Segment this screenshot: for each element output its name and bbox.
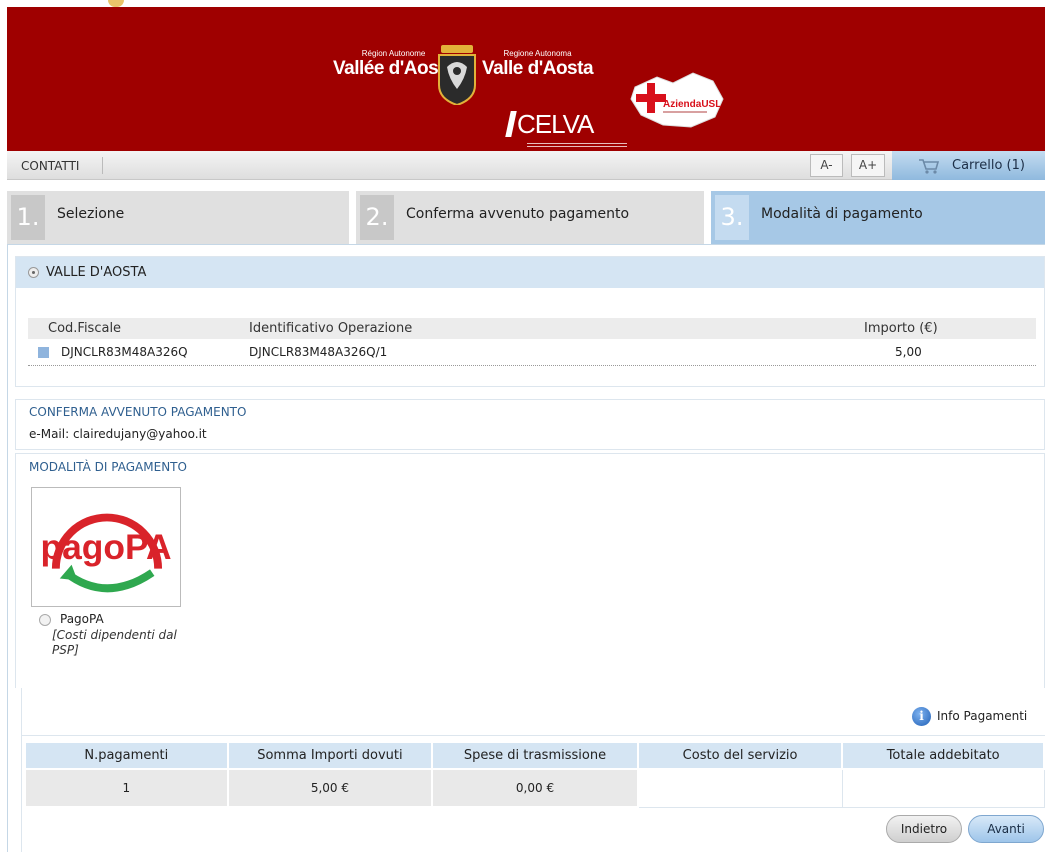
payment-title: MODALITÀ DI PAGAMENTO xyxy=(29,460,187,474)
cell-totale-addebitato xyxy=(841,768,1045,808)
step-number: 3. xyxy=(715,195,749,240)
summary-separator xyxy=(22,735,1045,736)
summary-header: Spese di trasmissione xyxy=(431,741,639,770)
pagopa-radio[interactable] xyxy=(39,614,51,626)
summary-header: Somma Importi dovuti xyxy=(226,741,434,770)
step-number: 1. xyxy=(11,195,45,240)
region-crest-icon xyxy=(438,45,476,105)
celva-tagline xyxy=(527,143,627,149)
logo-celva[interactable]: CELVA xyxy=(505,109,594,140)
top-strip xyxy=(0,0,1045,7)
nav-separator xyxy=(102,157,103,174)
cart-icon xyxy=(919,159,940,174)
confirm-email: e-Mail: clairedujany@yahoo.it xyxy=(29,427,207,441)
column-header: Identificativo Operazione xyxy=(249,321,413,336)
next-button[interactable]: Avanti xyxy=(968,815,1044,843)
pagopa-option-label: PagoPA xyxy=(60,612,104,626)
step-conferma[interactable]: 2. Conferma avvenuto pagamento xyxy=(356,191,704,244)
step-label: Modalità di pagamento xyxy=(761,206,923,222)
region-panel: VALLE D'AOSTA Cod.Fiscale Identificativo… xyxy=(15,256,1045,387)
celva-mark xyxy=(505,111,517,137)
operations-table-header: Cod.Fiscale Identificativo Operazione Im… xyxy=(28,318,1036,339)
logo-right-big: Valle d'Aosta xyxy=(482,58,594,79)
cell-somma-importi: 5,00 € xyxy=(226,768,434,808)
region-header[interactable]: VALLE D'AOSTA xyxy=(16,257,1044,288)
celva-text: CELVA xyxy=(517,109,594,139)
font-decrease-button[interactable]: A- xyxy=(810,154,843,177)
pagopa-logo-text: pagoPA xyxy=(40,527,171,567)
content-left-border xyxy=(7,244,8,852)
region-radio[interactable] xyxy=(28,267,39,278)
summary-header: Costo del servizio xyxy=(636,741,844,770)
back-button[interactable]: Indietro xyxy=(886,815,962,843)
region-label: VALLE D'AOSTA xyxy=(46,265,147,280)
cell-n-pagamenti: 1 xyxy=(24,768,229,808)
step-label: Conferma avvenuto pagamento xyxy=(406,206,630,222)
step-modalita-active[interactable]: 3. Modalità di pagamento xyxy=(711,191,1045,244)
payment-method-panel: MODALITÀ DI PAGAMENTO pagoPA PagoPA [Cos… xyxy=(15,453,1045,688)
column-header: Cod.Fiscale xyxy=(48,321,122,336)
info-pagamenti-link[interactable]: Info Pagamenti xyxy=(937,709,1027,723)
cell-cod-fiscale: DJNCLR83M48A326Q xyxy=(61,345,188,359)
top-navbar: CONTATTI A- A+ Carrello (1) xyxy=(7,151,1045,180)
pagopa-cost-note: [Costi dipendenti dal PSP] xyxy=(52,628,177,657)
top-notch xyxy=(108,0,124,7)
logo-valle-aosta[interactable]: Regione Autonoma Valle d'Aosta xyxy=(482,49,594,80)
cell-spese-trasmissione: 0,00 € xyxy=(431,768,639,808)
cart-label: Carrello (1) xyxy=(952,158,1025,173)
step-selezione[interactable]: 1. Selezione xyxy=(7,191,349,244)
cell-costo-servizio xyxy=(637,768,843,808)
steps-divider xyxy=(7,244,1045,245)
font-increase-button[interactable]: A+ xyxy=(851,154,885,177)
summary-header: N.pagamenti xyxy=(24,741,229,770)
confirm-panel: CONFERMA AVVENUTO PAGAMENTO e-Mail: clai… xyxy=(15,399,1045,450)
nav-contatti-link[interactable]: CONTATTI xyxy=(21,159,79,173)
confirm-title: CONFERMA AVVENUTO PAGAMENTO xyxy=(29,405,247,419)
column-header: Importo (€) xyxy=(864,321,938,336)
cell-id-operazione: DJNCLR83M48A326Q/1 xyxy=(249,345,388,359)
step-label: Selezione xyxy=(57,206,125,222)
summary-table: N.pagamenti Somma Importi dovuti Spese d… xyxy=(24,741,1045,808)
summary-header: Totale addebitato xyxy=(841,741,1045,770)
pagopa-logo[interactable]: pagoPA xyxy=(31,487,181,607)
step-number: 2. xyxy=(360,195,394,240)
info-icon[interactable]: i xyxy=(912,707,931,726)
table-row: DJNCLR83M48A326Q DJNCLR83M48A326Q/1 5,00 xyxy=(28,339,1036,366)
cell-importo: 5,00 xyxy=(895,345,922,359)
site-header: Région Autonome Vallée d'Aoste Regione A… xyxy=(7,7,1045,151)
row-checkbox[interactable] xyxy=(38,347,49,358)
azienda-usl-logo[interactable]: AziendaUSL xyxy=(627,69,727,131)
usl-text: AziendaUSL xyxy=(663,99,721,110)
cart-button[interactable]: Carrello (1) xyxy=(892,151,1045,180)
logo-right-small: Regione Autonoma xyxy=(503,49,572,58)
